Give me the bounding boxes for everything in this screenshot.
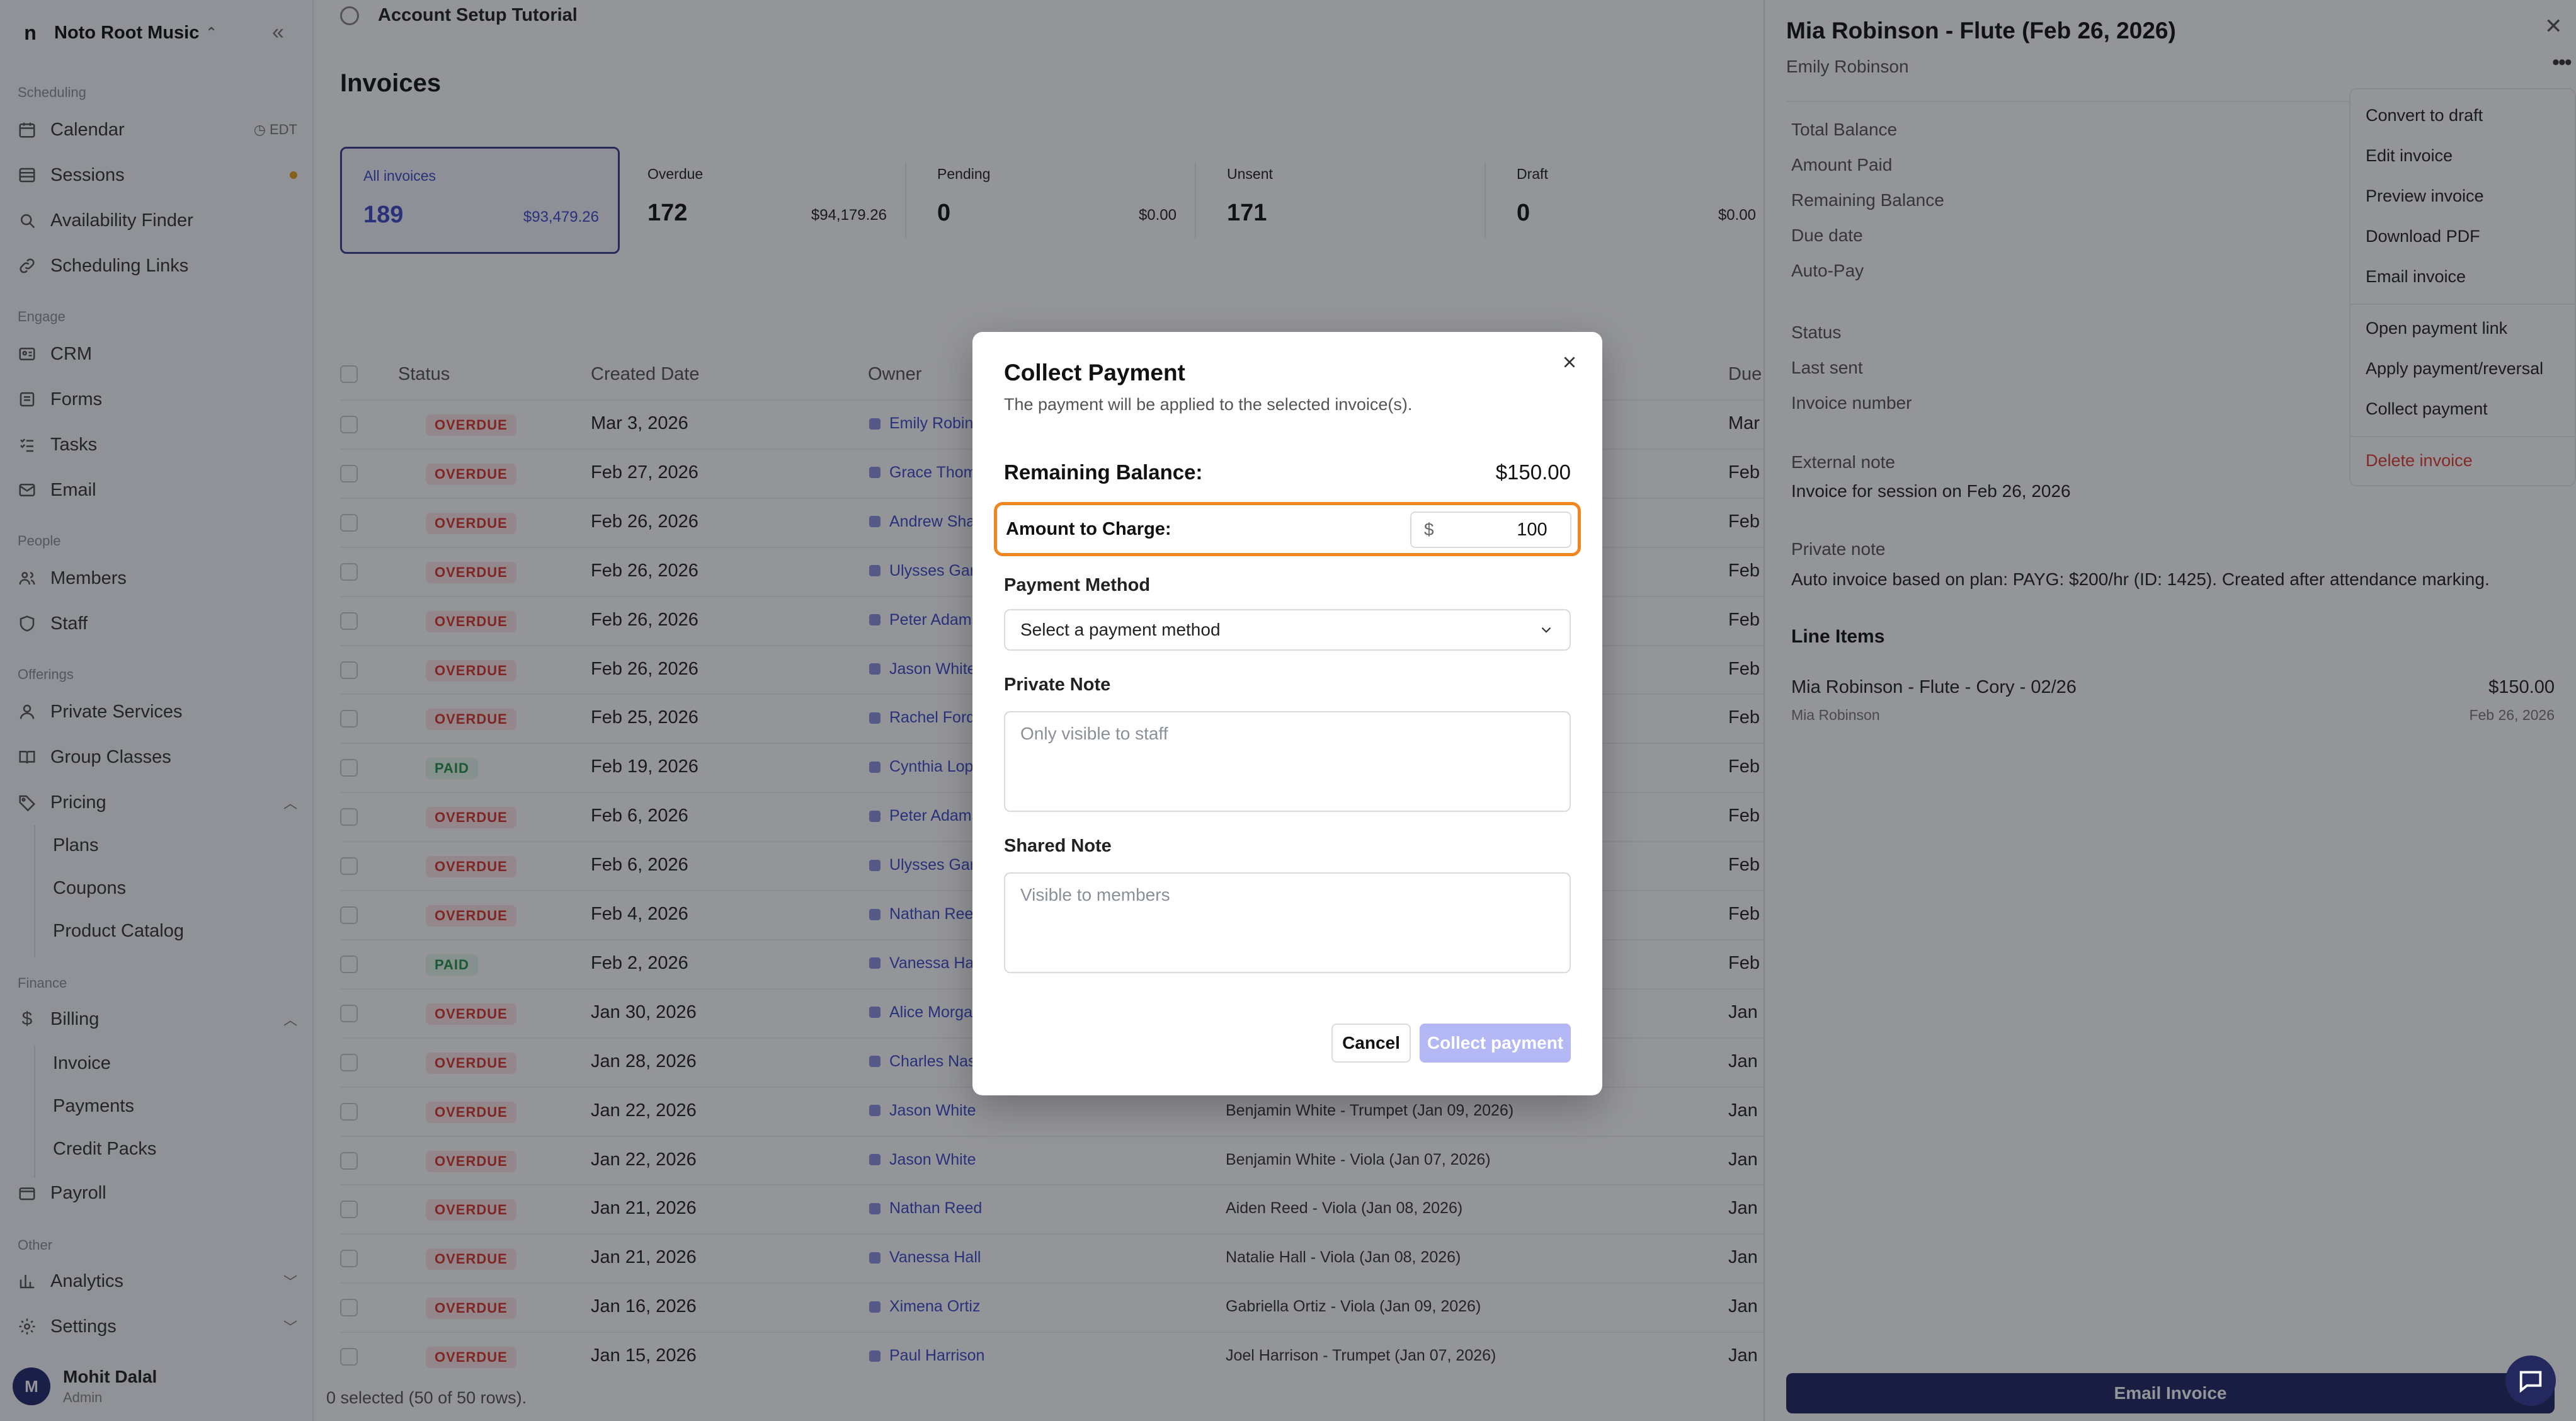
amount-input-wrapper: $ — [1410, 511, 1571, 548]
app-window: n Noto Root Music ⌃ « Scheduling Calenda… — [0, 0, 2576, 1421]
payment-method-label: Payment Method — [1004, 575, 1151, 595]
amount-to-charge-row: Amount to Charge: $ — [994, 502, 1581, 556]
cancel-button[interactable]: Cancel — [1331, 1024, 1411, 1063]
remaining-balance-label: Remaining Balance: — [1004, 460, 1203, 484]
chevron-down-icon — [1541, 627, 1551, 633]
amount-to-charge-label: Amount to Charge: — [1006, 519, 1171, 539]
close-icon[interactable] — [1557, 350, 1582, 375]
private-note-textarea[interactable] — [1004, 711, 1571, 812]
payment-method-select[interactable]: Select a payment method — [1004, 609, 1571, 651]
chat-icon — [2519, 1371, 2542, 1393]
shared-note-label: Shared Note — [1004, 836, 1112, 856]
dialog-subtitle: The payment will be applied to the selec… — [1004, 395, 1413, 414]
amount-input[interactable] — [1433, 519, 1547, 540]
payment-method-placeholder: Select a payment method — [1020, 620, 1221, 639]
chat-support-button[interactable] — [2505, 1355, 2556, 1406]
shared-note-textarea[interactable] — [1004, 872, 1571, 973]
private-note-label: Private Note — [1004, 675, 1111, 695]
collect-payment-button[interactable]: Collect payment — [1420, 1024, 1571, 1063]
collect-payment-dialog: Collect Payment The payment will be appl… — [972, 332, 1602, 1095]
currency-symbol: $ — [1424, 520, 1434, 539]
remaining-balance-value: $150.00 — [1495, 460, 1571, 484]
dialog-title: Collect Payment — [1004, 360, 1185, 385]
